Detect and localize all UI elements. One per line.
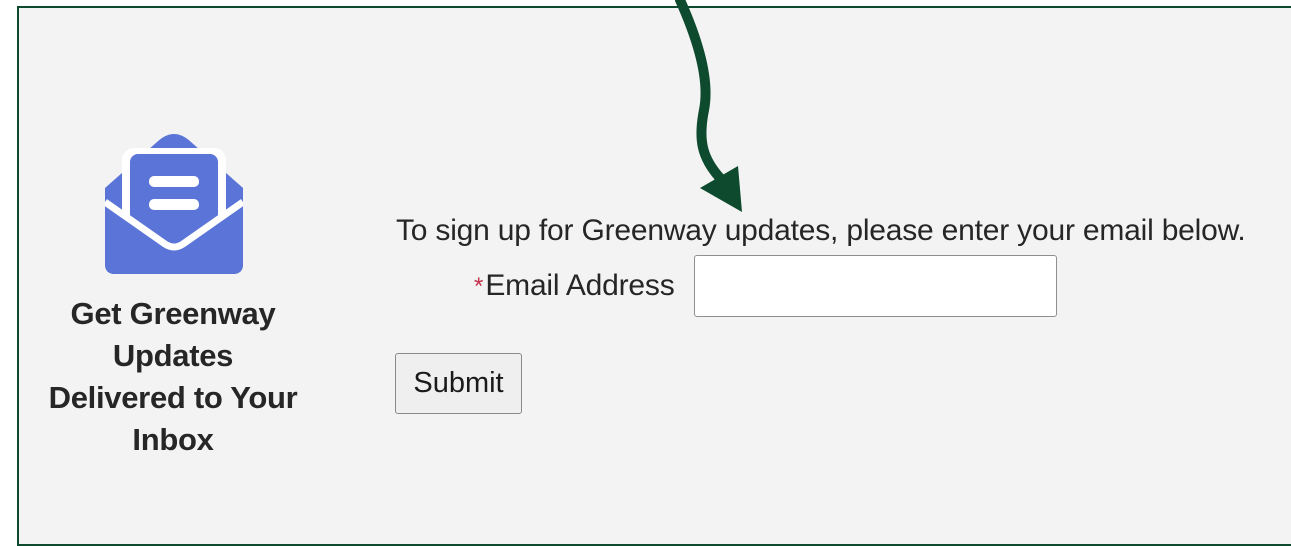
promo-heading-line: Delivered to Your — [48, 380, 298, 415]
promo-heading-line: Updates — [112, 338, 234, 373]
email-field[interactable] — [694, 255, 1057, 317]
email-label: Email Address — [485, 269, 675, 302]
email-field-row: * Email Address — [474, 255, 675, 317]
promo-heading-line: Inbox — [132, 422, 214, 457]
open-envelope-with-letter-icon — [105, 134, 243, 274]
promo-heading-line: Get Greenway — [70, 296, 276, 331]
promo-heading: Get Greenway Updates Delivered to Your I… — [30, 293, 316, 461]
required-asterisk: * — [474, 273, 484, 300]
submit-button[interactable]: Submit — [395, 353, 522, 414]
curved-arrow-down-icon — [675, 0, 742, 212]
signup-instructions: To sign up for Greenway updates, please … — [396, 214, 1246, 247]
